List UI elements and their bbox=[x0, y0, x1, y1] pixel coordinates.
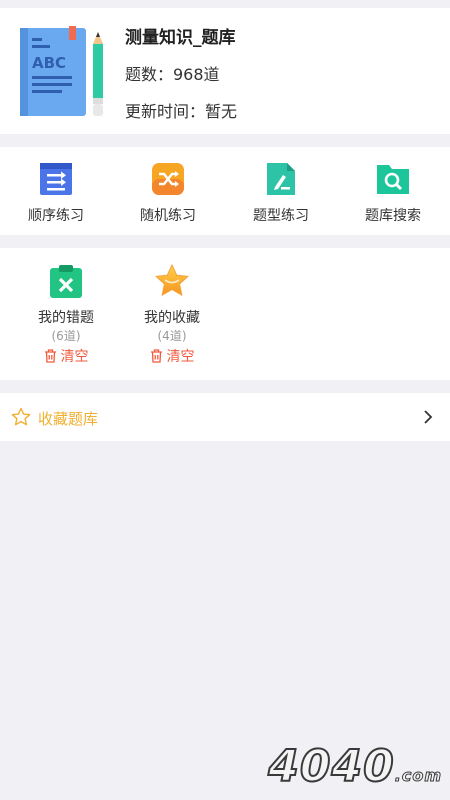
sequence-list-icon bbox=[40, 163, 72, 195]
clear-favorites-label: 清空 bbox=[166, 349, 195, 365]
question-count: 题数：968道 bbox=[125, 65, 220, 84]
shuffle-icon bbox=[152, 163, 184, 195]
my-records-card: 我的错题 (6道) 清空 我的收藏 (4道) 清空 bbox=[0, 248, 450, 380]
favorite-banks-label: 收藏题库 bbox=[38, 410, 99, 428]
practice-modes: 顺序练习 随机练习 题型练习 题库搜索 bbox=[0, 147, 450, 235]
type-practice-label: 题型练习 bbox=[253, 208, 309, 224]
edit-document-icon bbox=[267, 163, 295, 195]
my-wrong-count: (6道) bbox=[51, 329, 81, 343]
sequence-practice-label: 顺序练习 bbox=[28, 208, 84, 224]
bank-info-card: ABC 测量知识_题库 题数：968道 更新时间：暂无 bbox=[0, 8, 450, 134]
type-practice-button[interactable]: 题型练习 bbox=[225, 147, 337, 235]
favorite-banks-row[interactable]: 收藏题库 bbox=[0, 393, 450, 441]
trash-icon bbox=[44, 349, 56, 363]
random-practice-button[interactable]: 随机练习 bbox=[112, 147, 224, 235]
my-favorites-count: (4道) bbox=[157, 329, 187, 343]
clear-wrong-label: 清空 bbox=[60, 349, 89, 365]
folder-search-icon bbox=[377, 165, 409, 194]
my-wrong-questions[interactable]: 我的错题 (6道) 清空 bbox=[13, 248, 119, 380]
clear-wrong-button[interactable]: 清空 bbox=[13, 346, 119, 366]
my-favorites-label: 我的收藏 bbox=[144, 310, 200, 326]
my-wrong-label: 我的错题 bbox=[38, 310, 94, 326]
star-outline-icon bbox=[11, 407, 31, 426]
trash-icon bbox=[150, 349, 162, 363]
my-favorites[interactable]: 我的收藏 (4道) 清空 bbox=[119, 248, 225, 380]
svg-text:ABC: ABC bbox=[32, 54, 66, 72]
sequence-practice-button[interactable]: 顺序练习 bbox=[0, 147, 112, 235]
update-time: 更新时间：暂无 bbox=[125, 102, 238, 121]
random-practice-label: 随机练习 bbox=[140, 208, 196, 224]
chevron-right-icon bbox=[424, 410, 433, 424]
wrong-clipboard-icon bbox=[50, 265, 82, 298]
bank-title: 测量知识_题库 bbox=[125, 28, 236, 48]
top-divider bbox=[0, 0, 450, 8]
bank-search-button[interactable]: 题库搜索 bbox=[337, 147, 449, 235]
bank-search-label: 题库搜索 bbox=[365, 208, 421, 224]
book-pencil-icon: ABC bbox=[20, 26, 103, 116]
star-favorite-icon bbox=[155, 264, 189, 296]
clear-favorites-button[interactable]: 清空 bbox=[119, 346, 225, 366]
watermark-logo: 4040.com bbox=[267, 740, 442, 793]
